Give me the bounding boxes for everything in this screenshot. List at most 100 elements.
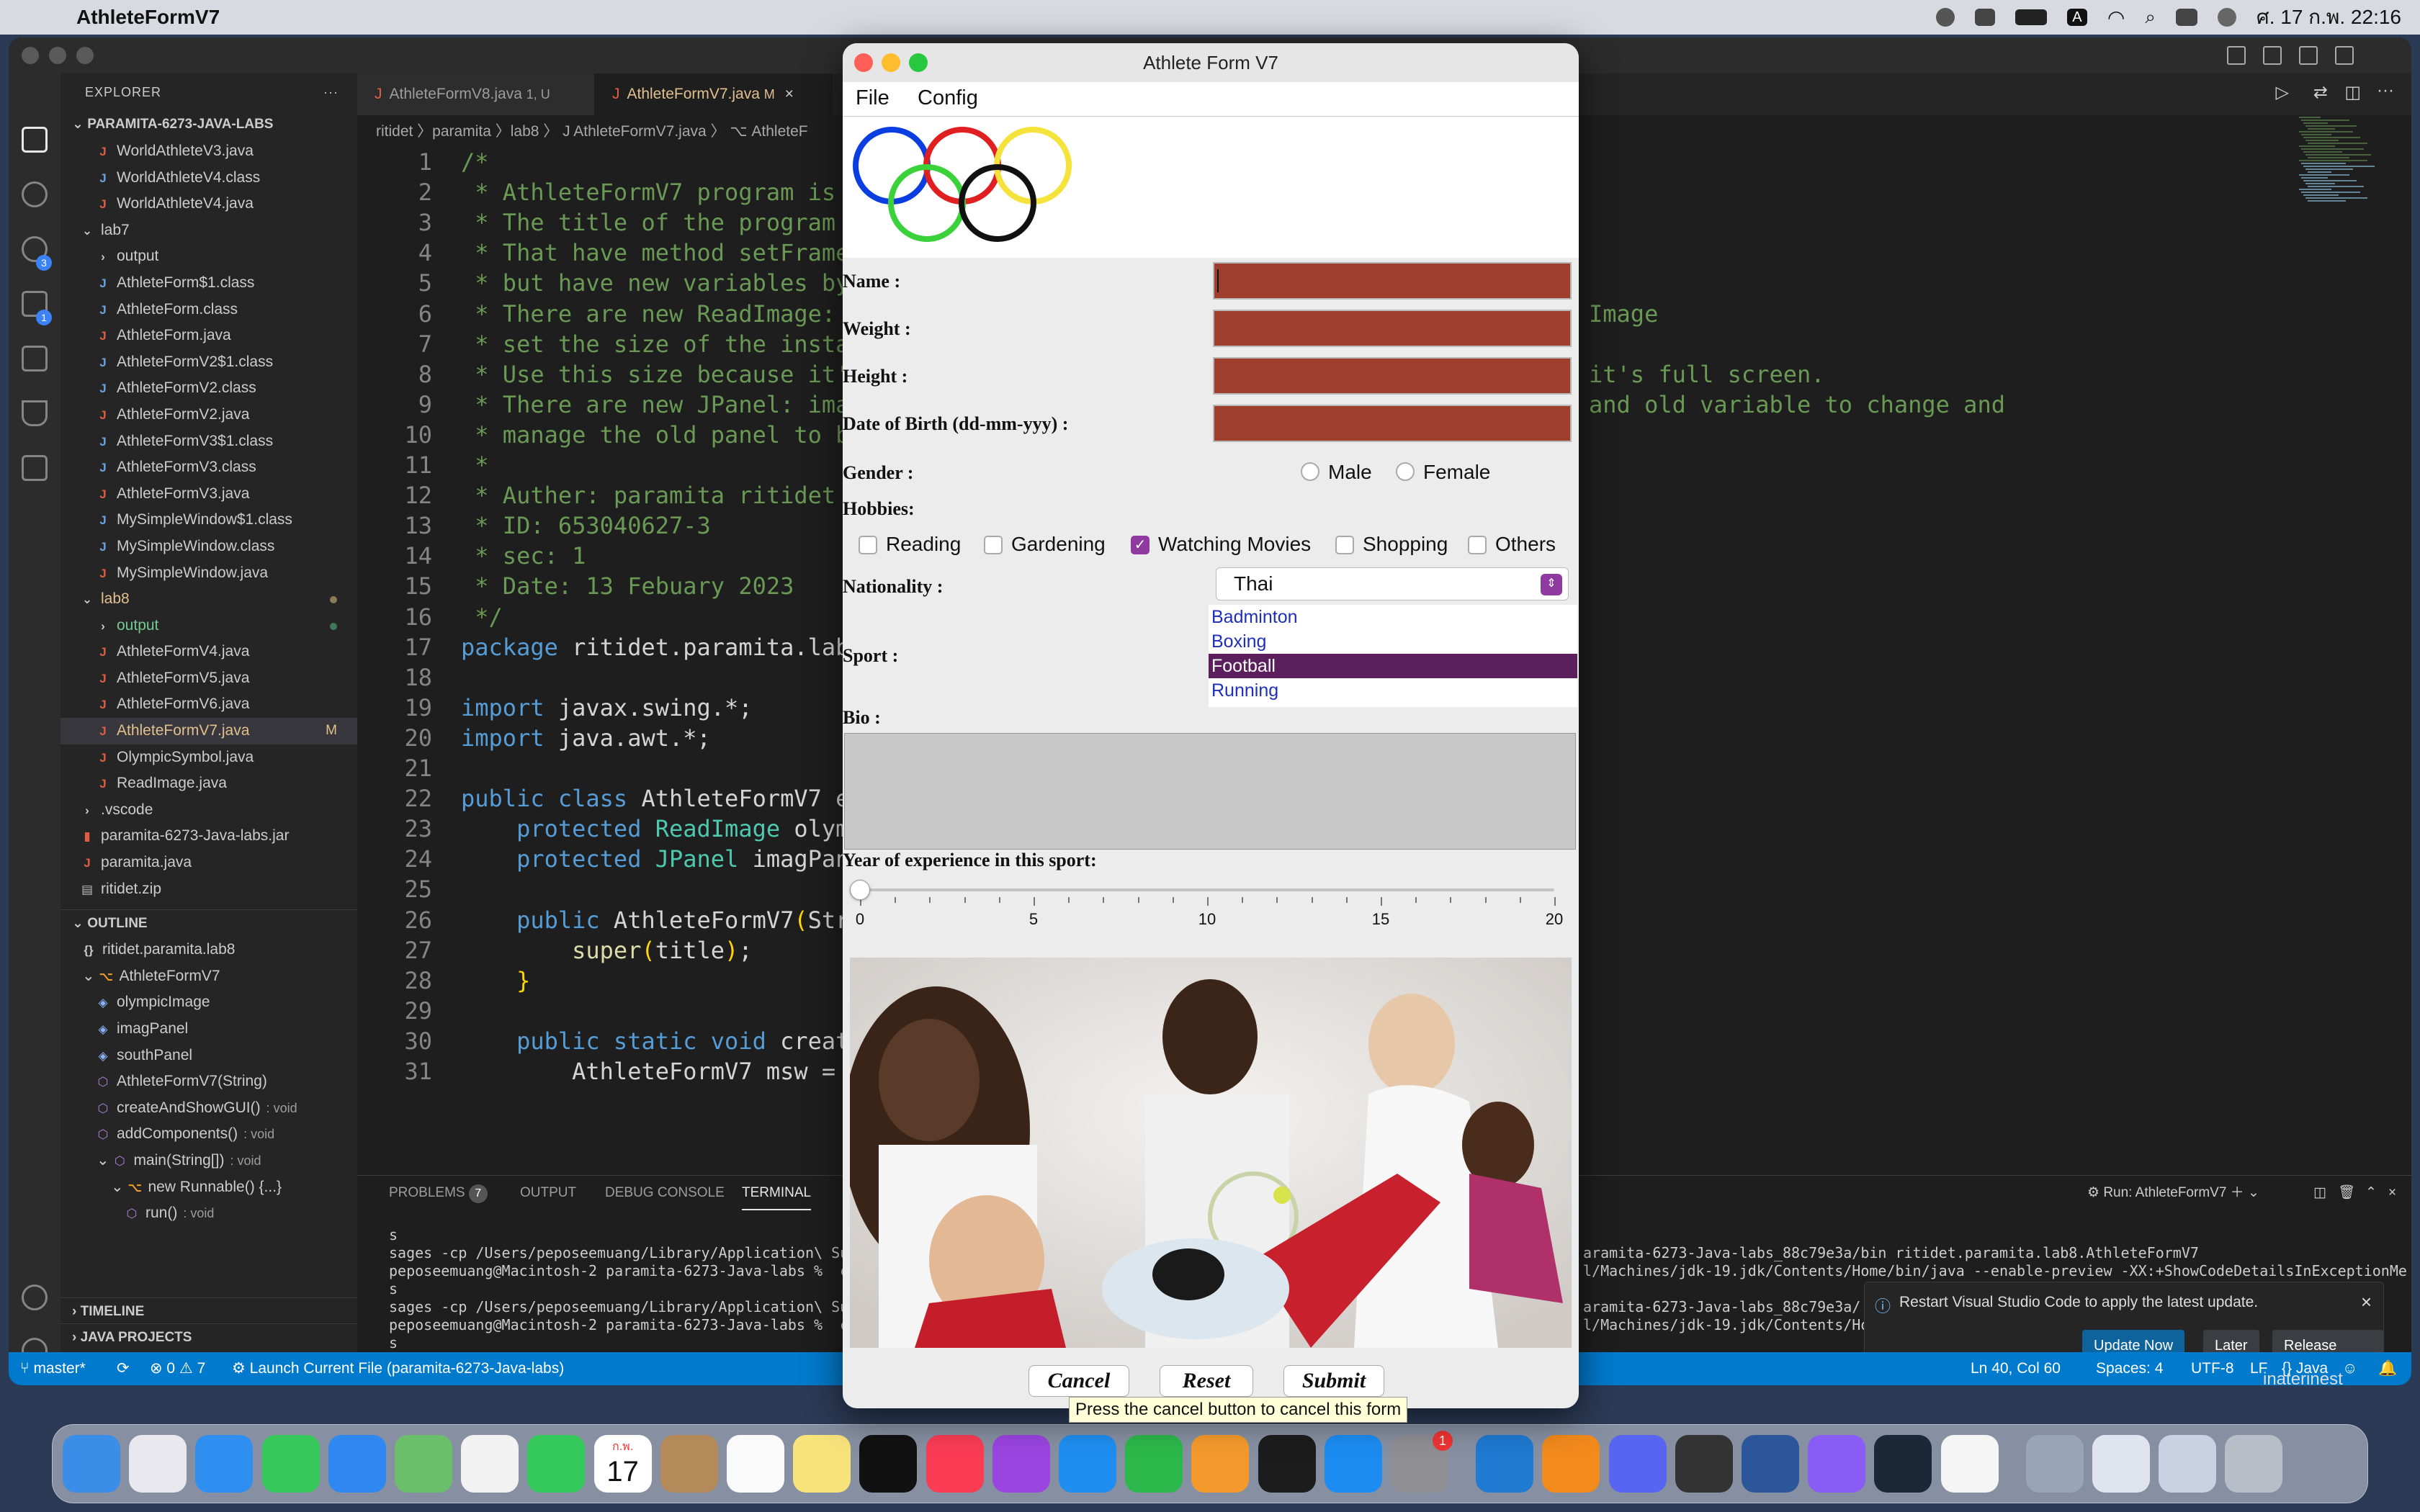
tab-output[interactable]: OUTPUT xyxy=(520,1176,576,1210)
chevron-down-icon[interactable]: ⌄ xyxy=(82,968,99,984)
messages-icon[interactable] xyxy=(261,1435,320,1493)
file-tree-item[interactable]: J AthleteFormV2.java xyxy=(60,402,357,428)
outline-item[interactable]: ⬡ addComponents(): void xyxy=(60,1121,357,1148)
feedback-icon[interactable]: ☺ xyxy=(2342,1352,2357,1385)
file-tree-item[interactable]: J AthleteFormV2$1.class xyxy=(60,349,357,376)
launch-config[interactable]: ⚙ Launch Current File (paramita-6273-Jav… xyxy=(232,1352,564,1385)
app-store-icon[interactable] xyxy=(1324,1435,1382,1493)
screenshot-stack-icon[interactable] xyxy=(2092,1435,2150,1493)
code-line[interactable]: * but have new variables by a xyxy=(461,269,877,297)
terminal-line[interactable]: peposeemuang@Macintosh-2 paramita-6273-J… xyxy=(389,1262,848,1280)
indentation[interactable]: Spaces: 4 xyxy=(2096,1352,2163,1385)
steam-icon[interactable] xyxy=(1874,1435,1932,1493)
tab-problems[interactable]: PROBLEMS 7 xyxy=(389,1176,488,1210)
more-actions-icon[interactable]: ··· xyxy=(323,73,339,111)
file-tree-item[interactable]: J AthleteFormV5.java xyxy=(60,665,357,692)
file-tree-item[interactable]: J MySimpleWindow.java xyxy=(60,560,357,587)
maps-icon[interactable] xyxy=(395,1435,452,1493)
tab-debug-console[interactable]: DEBUG CONSOLE xyxy=(605,1176,725,1210)
unity-hub-icon[interactable] xyxy=(1675,1435,1733,1493)
submit-button[interactable]: Submit xyxy=(1283,1365,1384,1397)
customize-layout-icon[interactable] xyxy=(2335,46,2354,65)
java-zoom-button[interactable] xyxy=(909,53,928,72)
slider-thumb[interactable] xyxy=(850,880,870,900)
file-tree-item[interactable]: J AthleteFormV2.class xyxy=(60,375,357,402)
code-line[interactable]: * ID: 653040627-3 xyxy=(461,512,711,539)
music-icon[interactable] xyxy=(926,1435,984,1493)
launchpad-icon[interactable] xyxy=(129,1435,187,1493)
accounts-icon[interactable] xyxy=(22,1284,48,1310)
java-projects-section[interactable]: › JAVA PROJECTS xyxy=(60,1323,357,1351)
outline-item[interactable]: ⌄ ⬡ main(String[]): void xyxy=(60,1148,357,1174)
word-icon[interactable] xyxy=(1742,1435,1799,1493)
recent-stack-icon[interactable] xyxy=(2159,1435,2217,1493)
close-window-button[interactable] xyxy=(22,47,39,64)
code-line[interactable]: * sec: 1 xyxy=(461,542,586,570)
terminal-line[interactable]: s xyxy=(389,1334,398,1352)
active-app-name[interactable]: AthleteFormV7 xyxy=(76,6,220,29)
menu-config[interactable]: Config xyxy=(918,86,978,110)
sync-icon[interactable]: ⟳ xyxy=(117,1352,130,1385)
tab-terminal[interactable]: TERMINAL xyxy=(742,1176,812,1210)
code-line[interactable]: * xyxy=(461,451,488,479)
facetime-icon[interactable] xyxy=(527,1435,586,1493)
terminal-line[interactable]: peposeemuang@Macintosh-2 paramita-6273-J… xyxy=(389,1316,848,1334)
terminal-line[interactable]: l/Machines/jdk-19.jdk/Contents/Home/bin/… xyxy=(1583,1262,2407,1280)
file-tree-item[interactable]: J WorldAthleteV3.java xyxy=(60,138,357,165)
numbers-icon[interactable] xyxy=(1125,1435,1183,1493)
file-tree-item[interactable]: J MySimpleWindow.class xyxy=(60,534,357,560)
unity-icon[interactable] xyxy=(1974,9,1995,26)
code-line[interactable]: * manage the old panel to be xyxy=(461,421,863,449)
hobby-checkbox[interactable]: ✓ xyxy=(1131,536,1150,554)
height-field[interactable] xyxy=(1213,357,1572,395)
testing-icon[interactable] xyxy=(22,400,48,426)
keynote-icon[interactable] xyxy=(1059,1435,1116,1493)
file-tree-item[interactable]: ⌄ lab7 xyxy=(60,217,357,244)
terminal-line[interactable]: sages -cp /Users/peposeemuang/Library/Ap… xyxy=(389,1244,848,1262)
sport-list-item[interactable]: Running xyxy=(1209,678,1577,703)
siri-icon[interactable] xyxy=(2217,8,2236,27)
file-tree-item[interactable]: J AthleteFormV3.java xyxy=(60,481,357,508)
maximize-panel-icon[interactable]: ⌃ xyxy=(2365,1176,2377,1210)
chevron-down-icon[interactable]: ⌄ xyxy=(97,1152,113,1169)
hobby-checkbox[interactable] xyxy=(859,536,877,554)
safari-icon[interactable] xyxy=(195,1435,254,1493)
sport-list-item[interactable]: Boxing xyxy=(1209,629,1577,654)
encoding[interactable]: UTF-8 xyxy=(2191,1352,2234,1385)
branch-indicator[interactable]: ⑂ master* xyxy=(20,1352,86,1385)
code-line-fragment[interactable]: Image xyxy=(1589,300,1658,328)
reminders-icon[interactable] xyxy=(727,1435,784,1493)
calendar-icon[interactable]: ก.พ. 17 xyxy=(593,1435,652,1493)
code-line[interactable]: * AthleteFormV7 program is pa xyxy=(461,179,877,206)
terminal-line[interactable]: s xyxy=(389,1226,398,1244)
code-line[interactable]: * Use this size because it's xyxy=(461,361,863,388)
code-line[interactable]: protected JPanel imagPanel xyxy=(461,845,877,873)
close-notification-icon[interactable]: × xyxy=(2361,1291,2372,1313)
file-tree-item[interactable]: J AthleteFormV4.java xyxy=(60,639,357,665)
code-line[interactable]: import java.awt.*; xyxy=(461,724,711,752)
bio-textarea[interactable] xyxy=(844,733,1576,850)
file-tree-item[interactable]: Jparamita.java xyxy=(60,850,357,876)
terminal-line[interactable]: sages -cp /Users/peposeemuang/Library/Ap… xyxy=(389,1298,848,1316)
code-line[interactable]: * There are new JPanel: imagP xyxy=(461,391,877,418)
file-tree-item[interactable]: J AthleteForm.class xyxy=(60,297,357,323)
code-line[interactable]: protected ReadImage olympi xyxy=(461,815,877,842)
file-tree-item[interactable]: › output xyxy=(60,613,357,639)
file-tree-item[interactable]: J AthleteForm$1.class xyxy=(60,270,357,297)
file-tree-item[interactable]: J OlympicSymbol.java xyxy=(60,744,357,771)
battery-icon[interactable] xyxy=(2015,9,2047,25)
breadcrumb[interactable]: ritidet 〉paramita 〉lab8 〉 J AthleteFormV… xyxy=(357,115,808,148)
java-close-button[interactable] xyxy=(854,53,873,72)
discord-icon[interactable] xyxy=(1608,1435,1667,1493)
cancel-button[interactable]: Cancel xyxy=(1028,1365,1129,1397)
code-line[interactable]: public AthleteFormV7(Strin xyxy=(461,906,877,934)
code-line[interactable]: public static void createA xyxy=(461,1027,877,1055)
file-tree-item[interactable]: ▤ ritidet.zip xyxy=(60,876,357,903)
toggle-secondary-sidebar-icon[interactable] xyxy=(2299,46,2318,65)
outline-item[interactable]: ⌄ ⌥ new Runnable() {...} xyxy=(60,1174,357,1201)
control-center-icon[interactable] xyxy=(2175,9,2197,26)
pages-icon[interactable] xyxy=(1191,1435,1250,1493)
female-radio[interactable] xyxy=(1396,462,1415,481)
code-line[interactable]: * The title of the program is xyxy=(461,209,877,236)
code-line[interactable]: /* xyxy=(461,148,489,176)
